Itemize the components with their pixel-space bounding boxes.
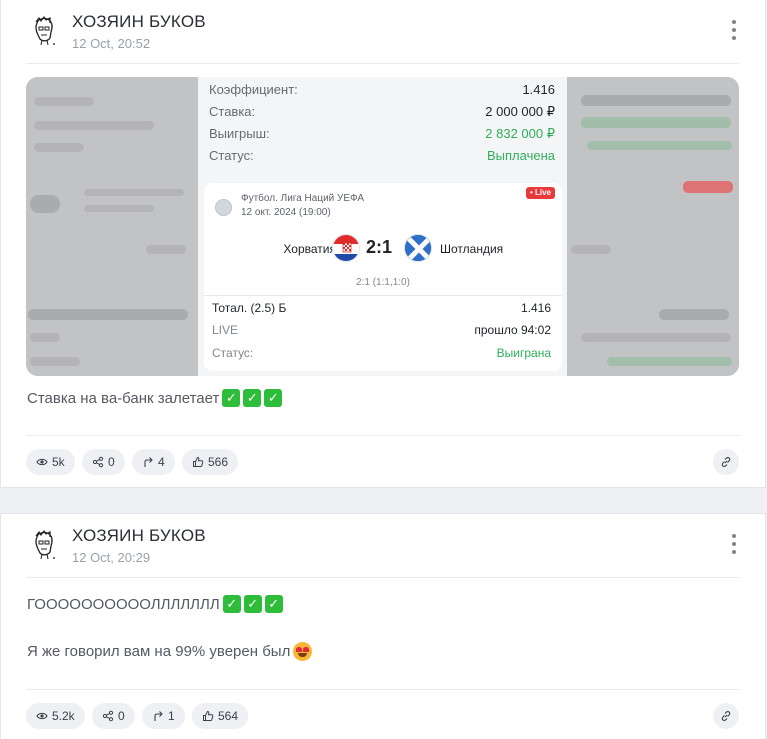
live-badge: • Live [525, 187, 555, 199]
repost-button[interactable]: 4 [132, 449, 175, 475]
likes-count: 566 [208, 455, 229, 469]
avatar-sketch-icon [35, 15, 55, 46]
check-emoji-icon: ✓ [264, 595, 283, 613]
match-card: • Live Футбол. Лига Наций УЕФА 12 окт. 2… [204, 183, 562, 371]
thumbs-up-icon [193, 456, 204, 467]
views-button[interactable]: 5.2k [26, 703, 85, 729]
post-header: ХОЗЯИН БУКОВ 12 Oct, 20:52 [27, 12, 739, 52]
divider [204, 295, 562, 296]
bet-coef: 1.416 [520, 301, 551, 315]
divider [26, 435, 739, 436]
post-header: ХОЗЯИН БУКОВ 12 Oct, 20:29 [27, 526, 739, 566]
status-label: Статус: [209, 148, 254, 163]
bet-screenshot[interactable]: Коэффициент: 1.416 Ставка: 2 000 000 ₽ В… [26, 77, 739, 376]
repost-button[interactable]: 1 [142, 703, 185, 729]
coef-label: Коэффициент: [209, 82, 298, 97]
status-value: Выплачена [487, 148, 555, 163]
croatia-flag-icon [332, 234, 360, 262]
views-count: 5k [52, 455, 65, 469]
divider [26, 63, 739, 64]
coef-row: Коэффициент: 1.416 [209, 82, 555, 98]
like-button[interactable]: 566 [182, 449, 239, 475]
eye-icon [36, 458, 48, 466]
eye-icon [36, 712, 48, 720]
like-button[interactable]: 564 [192, 703, 249, 729]
blurred-left-panel [26, 77, 198, 376]
share-icon [102, 710, 114, 722]
post-text-line: Я же говорил вам на 99% уверен был [27, 643, 291, 660]
views-count: 5.2k [52, 709, 75, 723]
bet-label: Тотал. (2.5) Б [212, 301, 287, 315]
post-actions: 5k 0 4 566 [26, 449, 739, 475]
reposts-count: 1 [168, 709, 175, 723]
stake-value: 2 000 000 ₽ [485, 104, 555, 119]
check-emoji-icon: ✓ [243, 595, 262, 613]
likes-count: 564 [218, 709, 239, 723]
card-status-row: Статус: Выиграна [212, 346, 551, 362]
divider [26, 577, 739, 578]
avatar[interactable] [27, 14, 59, 46]
league-name: Футбол. Лига Наций УЕФА [241, 193, 365, 204]
card-status-label: Статус: [212, 346, 254, 360]
period-score: 2:1 (1:1,1:0) [356, 277, 410, 288]
check-emoji-icon: ✓ [222, 595, 241, 613]
more-vertical-icon[interactable] [727, 20, 741, 40]
more-vertical-icon[interactable] [727, 534, 741, 554]
author-name[interactable]: ХОЗЯИН БУКОВ [72, 12, 206, 32]
share-button[interactable]: 0 [92, 703, 135, 729]
blurred-right-panel [567, 77, 739, 376]
copy-link-button[interactable] [713, 703, 739, 729]
live-row: LIVE прошло 94:02 [212, 323, 551, 339]
post-text-line: Ставка на ва-банк залетает [27, 389, 220, 407]
win-row: Выигрыш: 2 832 000 ₽ [209, 126, 555, 142]
post-date: 12 Oct, 20:29 [72, 550, 151, 565]
card-status-value: Выиграна [496, 346, 551, 360]
post-text: Я же говорил вам на 99% уверен был [27, 642, 313, 661]
win-label: Выигрыш: [209, 126, 270, 141]
post-text: Ставка на ва-банк залетает ✓ ✓ ✓ [27, 389, 283, 407]
stake-row: Ставка: 2 000 000 ₽ [209, 104, 555, 120]
status-row: Статус: Выплачена [209, 148, 555, 164]
author-name[interactable]: ХОЗЯИН БУКОВ [72, 526, 206, 546]
team-home: Хорватия [283, 242, 336, 256]
heart-eyes-emoji-icon [293, 642, 313, 661]
views-button[interactable]: 5k [26, 449, 75, 475]
repost-icon [144, 457, 153, 467]
check-emoji-icon: ✓ [222, 389, 241, 407]
check-emoji-icon: ✓ [264, 389, 283, 407]
reposts-count: 4 [158, 455, 165, 469]
bet-receipt: Коэффициент: 1.416 Ставка: 2 000 000 ₽ В… [198, 77, 567, 376]
post-card: ХОЗЯИН БУКОВ 12 Oct, 20:52 Коэффициент: … [0, 0, 766, 488]
share-button[interactable]: 0 [82, 449, 125, 475]
post-text-line: ГООООООООООЛЛЛЛЛЛЛ [27, 595, 220, 613]
match-date: 12 окт. 2024 (19:00) [241, 207, 331, 218]
link-icon [721, 710, 731, 722]
thumbs-up-icon [203, 710, 214, 721]
live-label: LIVE [212, 323, 239, 337]
post-text: ГООООООООООЛЛЛЛЛЛЛ ✓ ✓ ✓ [27, 595, 283, 613]
team-away: Шотландия [440, 242, 504, 256]
repost-icon [154, 711, 163, 721]
avatar-sketch-icon [35, 529, 55, 560]
soccer-ball-icon [215, 199, 232, 216]
scotland-flag-icon [404, 234, 432, 262]
post-date: 12 Oct, 20:52 [72, 36, 151, 51]
match-score: 2:1 [366, 237, 393, 257]
link-icon [721, 456, 731, 468]
win-value: 2 832 000 ₽ [485, 126, 555, 141]
stake-label: Ставка: [209, 104, 256, 119]
check-emoji-icon: ✓ [243, 389, 262, 407]
bet-row: Тотал. (2.5) Б 1.416 [212, 301, 551, 317]
post-actions: 5.2k 0 1 564 [26, 703, 739, 729]
coef-value: 1.416 [522, 82, 555, 97]
shares-count: 0 [118, 709, 125, 723]
elapsed-time: прошло 94:02 [474, 323, 551, 337]
shares-count: 0 [108, 455, 115, 469]
avatar[interactable] [27, 528, 59, 560]
post-card: ХОЗЯИН БУКОВ 12 Oct, 20:29 ГООООООООООЛЛ… [0, 513, 766, 739]
copy-link-button[interactable] [713, 449, 739, 475]
divider [26, 689, 739, 690]
share-icon [92, 456, 104, 468]
